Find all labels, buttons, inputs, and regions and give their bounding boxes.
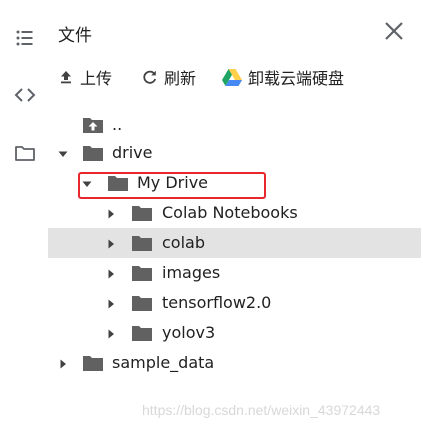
side-rail bbox=[0, 0, 48, 431]
mount-drive-button[interactable]: 卸载云端硬盘 bbox=[222, 63, 344, 91]
google-drive-icon bbox=[222, 68, 242, 86]
tree-item-label: sample_data bbox=[112, 353, 215, 372]
list-icon[interactable] bbox=[14, 27, 36, 49]
tree-item-yolov3[interactable]: yolov3 bbox=[48, 318, 421, 348]
tree-item-tensorflow[interactable]: tensorflow2.0 bbox=[48, 288, 421, 318]
tree-item-images[interactable]: images bbox=[48, 258, 421, 288]
folder-icon bbox=[131, 293, 153, 313]
caret-right-icon[interactable] bbox=[104, 266, 118, 280]
tree-item-label: tensorflow2.0 bbox=[162, 293, 272, 312]
tree-item-label: images bbox=[162, 263, 221, 282]
caret-down-icon[interactable] bbox=[80, 176, 94, 190]
caret-right-icon[interactable] bbox=[104, 236, 118, 250]
tree-item-colab[interactable]: colab bbox=[48, 228, 421, 258]
code-icon[interactable] bbox=[14, 84, 36, 106]
folder-icon bbox=[107, 173, 129, 193]
tree-item-label: Colab Notebooks bbox=[162, 203, 298, 222]
watermark: https://blog.csdn.net/weixin_43972443 bbox=[142, 402, 381, 418]
tree-item-label: yolov3 bbox=[162, 323, 216, 342]
refresh-label: 刷新 bbox=[164, 69, 197, 88]
upload-label: 上传 bbox=[80, 69, 113, 88]
folder-icon bbox=[131, 233, 153, 253]
caret-down-icon[interactable] bbox=[56, 146, 70, 160]
tree-item-parent[interactable]: .. bbox=[48, 110, 421, 140]
caret-right-icon[interactable] bbox=[104, 326, 118, 340]
tree-item-label: colab bbox=[162, 233, 205, 252]
tree-item-colab-notebooks[interactable]: Colab Notebooks bbox=[48, 198, 421, 228]
tree-item-label: My Drive bbox=[137, 173, 209, 192]
folder-icon[interactable] bbox=[14, 142, 36, 164]
caret-right-icon[interactable] bbox=[56, 356, 70, 370]
refresh-button[interactable]: 刷新 bbox=[142, 63, 196, 91]
tree-item-label: drive bbox=[112, 143, 153, 162]
folder-icon bbox=[131, 203, 153, 223]
tree-item-sample-data[interactable]: sample_data bbox=[48, 348, 421, 378]
folder-up-icon bbox=[82, 115, 104, 135]
upload-icon bbox=[58, 69, 74, 85]
tree-item-drive[interactable]: drive bbox=[48, 138, 421, 168]
tree-item-label: .. bbox=[112, 115, 123, 134]
mount-drive-label: 卸载云端硬盘 bbox=[248, 69, 345, 88]
close-icon[interactable] bbox=[381, 18, 407, 44]
folder-icon bbox=[82, 143, 104, 163]
panel-title: 文件 bbox=[58, 26, 92, 46]
caret-right-icon[interactable] bbox=[104, 206, 118, 220]
folder-icon bbox=[131, 323, 153, 343]
refresh-icon bbox=[142, 69, 158, 85]
folder-icon bbox=[131, 263, 153, 283]
tree-item-my-drive[interactable]: My Drive bbox=[48, 168, 421, 198]
caret-right-icon[interactable] bbox=[104, 296, 118, 310]
folder-icon bbox=[82, 353, 104, 373]
upload-button[interactable]: 上传 bbox=[58, 63, 112, 91]
